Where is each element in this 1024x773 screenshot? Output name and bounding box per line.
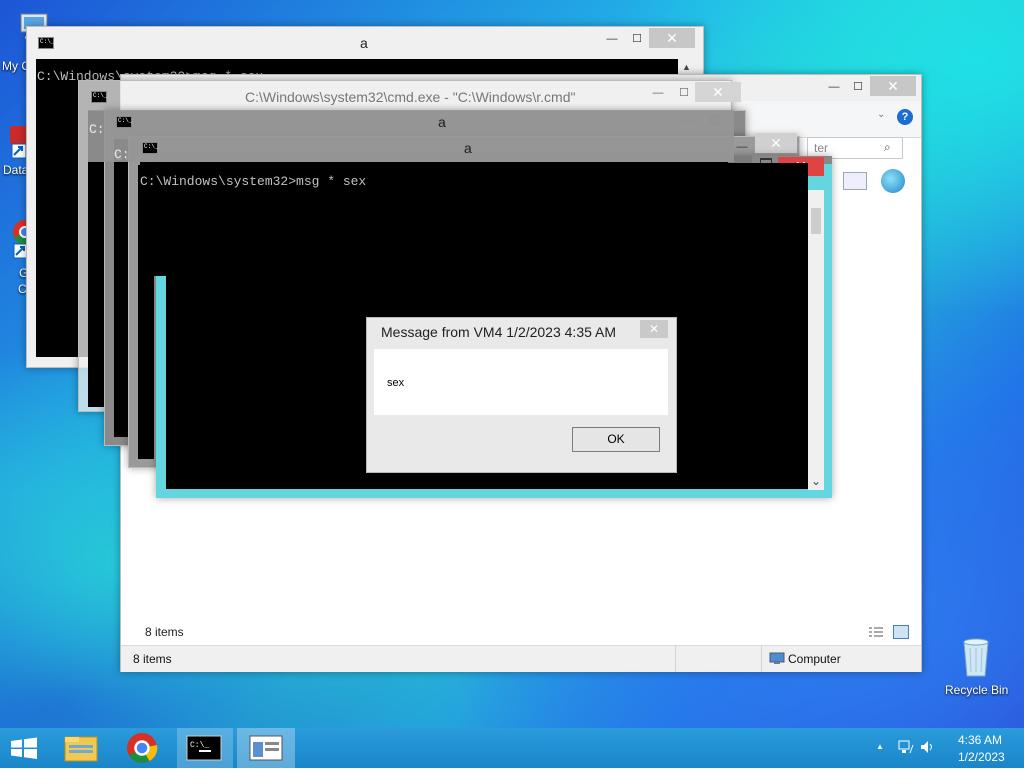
volume-icon[interactable] (920, 740, 936, 754)
explorer-taskbar-button[interactable] (237, 728, 295, 768)
minimize-button[interactable]: — (645, 83, 671, 103)
desktop-label-recycle-bin[interactable]: Recycle Bin (945, 683, 1008, 697)
details-view-icon[interactable] (869, 625, 883, 637)
dialog-close-button[interactable]: ✕ (640, 320, 668, 338)
taskbar: C:\_ ▲ 4:36 AM 1/2/2023 (0, 728, 1024, 768)
scroll-thumb[interactable] (811, 208, 821, 234)
minimize-button[interactable]: — (599, 29, 625, 49)
cmd-window-icon: C:\_ (38, 37, 54, 49)
explorer-close-button[interactable]: ✕ (870, 76, 916, 96)
cmd-taskbar-button[interactable]: C:\_ (177, 728, 233, 768)
dialog-message: sex (387, 377, 405, 389)
close-button[interactable]: ✕ (649, 28, 695, 48)
large-icons-view-icon[interactable] (893, 625, 909, 639)
cmd-window-icon: C:\_ (91, 91, 107, 103)
svg-text:C:\_: C:\_ (190, 741, 209, 750)
explorer-minimize-button[interactable]: — (821, 77, 847, 97)
status-bar: 8 items Computer (121, 645, 921, 672)
ok-button[interactable]: OK (572, 427, 660, 452)
message-dialog[interactable]: Message from VM4 1/2/2023 4:35 AM ✕ sex … (366, 317, 677, 473)
cmd-window-icon: C:\_ (142, 142, 158, 154)
tray-overflow-button[interactable]: ▲ (876, 742, 884, 751)
dialog-message-area: sex (374, 349, 668, 415)
recycle-bin-icon[interactable] (956, 632, 996, 680)
stack-prompt-1: C: (89, 122, 105, 137)
inner-status-items: 8 items (145, 625, 184, 639)
mail-icon[interactable] (843, 172, 867, 190)
desktop-label-data[interactable]: Data (3, 163, 28, 177)
explorer-maximize-button[interactable]: ☐ (845, 77, 871, 97)
file-explorer-taskbar-icon[interactable] (57, 728, 105, 768)
search-icon[interactable]: ⌕ (884, 140, 891, 155)
vertical-scrollbar[interactable]: ⌄ (808, 190, 824, 490)
stack-prompt-2: C: (114, 147, 130, 162)
address-dropdown-icon[interactable]: ⌄ (877, 109, 885, 120)
start-button[interactable] (0, 728, 48, 768)
dialog-title: Message from VM4 1/2/2023 4:35 AM (381, 324, 617, 340)
window-title: a (360, 35, 368, 51)
close-button[interactable]: ✕ (695, 82, 741, 102)
clock-time[interactable]: 4:36 AM (958, 733, 1002, 747)
maximize-button[interactable]: ☐ (671, 83, 697, 103)
front-console-command: C:\Windows\system32>msg * sex (140, 174, 367, 189)
front-console-top: C:\Windows\system32>msg * sex (140, 162, 728, 276)
status-items: 8 items (133, 652, 172, 666)
globe-icon[interactable] (881, 169, 905, 193)
clock-date[interactable]: 1/2/2023 (958, 750, 1005, 764)
scroll-up-arrow[interactable]: ▲ (678, 59, 695, 72)
cmd-window-icon: C:\_ (116, 116, 132, 128)
computer-location-icon (769, 652, 785, 665)
stacked-title-bands (88, 110, 734, 162)
scroll-down-arrow[interactable]: ⌄ (808, 474, 824, 488)
window-title: C:\Windows\system32\cmd.exe - "C:\Window… (245, 89, 576, 105)
close-button[interactable]: ✕ (755, 133, 797, 153)
maximize-button[interactable]: ☐ (624, 29, 650, 49)
desktop: My C Data G C Recycle Bin C:\_ a — ☐ ✕ C… (0, 0, 1024, 728)
window-title: a (438, 114, 446, 130)
help-icon[interactable]: ? (897, 109, 913, 125)
network-icon[interactable] (898, 740, 914, 754)
search-placeholder: ter (814, 141, 829, 155)
window-title: a (464, 140, 472, 156)
status-location: Computer (788, 652, 841, 666)
chrome-taskbar-icon[interactable] (118, 728, 166, 768)
